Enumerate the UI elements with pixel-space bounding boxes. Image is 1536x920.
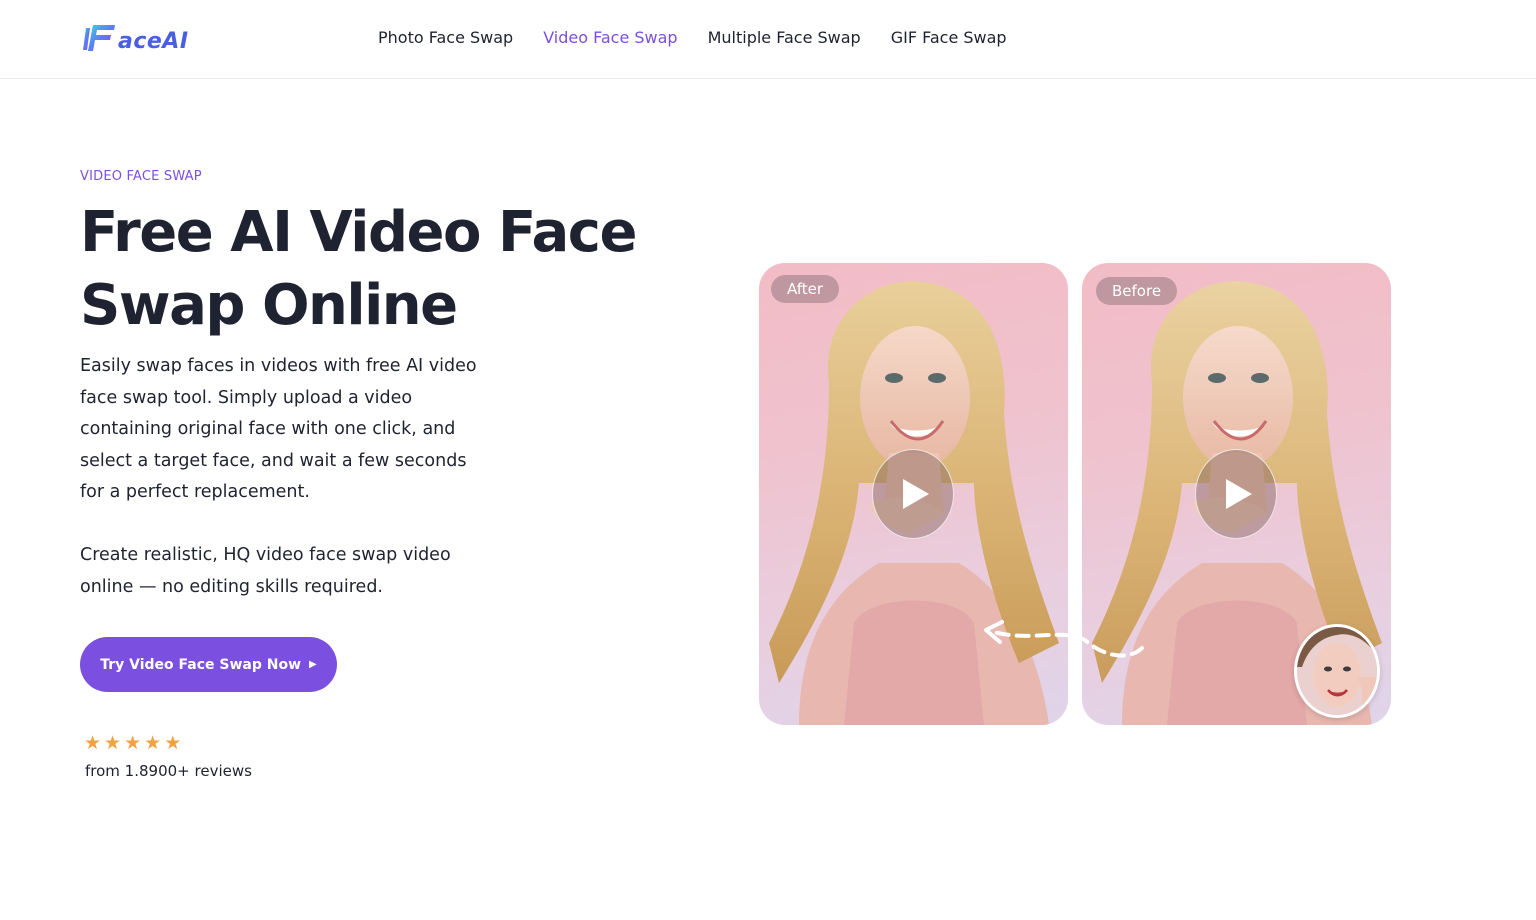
nav-gif-face-swap[interactable]: GIF Face Swap	[891, 27, 1007, 49]
caret-right-icon: ▶	[309, 658, 317, 670]
faceai-logo-icon	[83, 25, 115, 51]
reviews-count: from 1.8900+ reviews	[85, 762, 252, 780]
faceai-logo[interactable]: aceAI	[82, 20, 189, 56]
cta-label: Try Video Face Swap Now	[100, 656, 302, 673]
play-icon	[1226, 479, 1252, 509]
hero-description: Easily swap faces in videos with free AI…	[80, 356, 477, 502]
try-video-face-swap-button[interactable]: Try Video Face Swap Now ▶	[80, 637, 337, 692]
dashed-arrow-icon	[984, 620, 1144, 658]
site-header: aceAI Photo Face Swap Video Face Swap Mu…	[0, 0, 1536, 79]
rating-stars: ★ ★ ★ ★ ★	[84, 734, 181, 754]
target-face-image	[1297, 627, 1377, 715]
page-title: Free AI Video Face Swap Online	[80, 200, 637, 338]
star-icon: ★	[124, 733, 142, 754]
nav-video-face-swap[interactable]: Video Face Swap	[543, 27, 677, 49]
target-face-thumbnail[interactable]	[1294, 624, 1380, 718]
star-icon: ★	[144, 733, 162, 754]
hero-description-secondary: Create realistic, HQ video face swap vid…	[80, 545, 451, 597]
nav-photo-face-swap[interactable]: Photo Face Swap	[378, 27, 513, 49]
star-icon: ★	[104, 733, 122, 754]
hero-eyebrow: VIDEO FACE SWAP	[80, 169, 202, 184]
logo-text: aceAI	[118, 28, 189, 54]
play-button[interactable]	[1195, 449, 1277, 539]
play-button[interactable]	[872, 449, 954, 539]
star-icon: ★	[164, 733, 182, 754]
main-nav: Photo Face Swap Video Face Swap Multiple…	[378, 27, 1007, 49]
before-tag: Before	[1096, 277, 1178, 305]
nav-multiple-face-swap[interactable]: Multiple Face Swap	[708, 27, 861, 49]
play-icon	[903, 479, 929, 509]
star-icon: ★	[84, 733, 102, 754]
after-tag: After	[771, 275, 840, 303]
